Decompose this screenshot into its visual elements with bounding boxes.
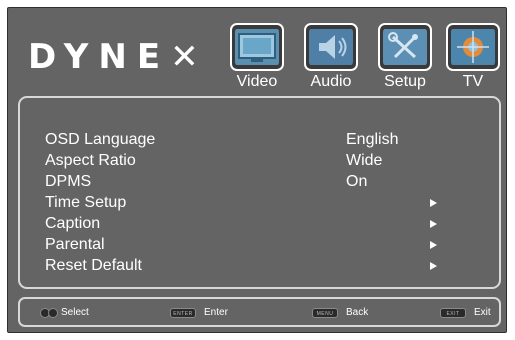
tab-tv-label: TV <box>462 73 484 90</box>
setup-tools-icon <box>383 29 427 65</box>
submenu-arrow-icon <box>430 199 437 207</box>
menu-item-parental[interactable]: Parental <box>45 235 485 255</box>
tab-setup[interactable] <box>378 23 432 71</box>
tab-video[interactable] <box>230 23 284 71</box>
menu-item-label: Aspect Ratio <box>45 152 136 169</box>
button-hint-bar: Select ENTER Enter MENU Back EXIT Exit <box>18 297 501 327</box>
tv-antenna-icon <box>451 29 495 65</box>
hint-select: Select <box>40 306 110 320</box>
arrow-right-button-icon <box>48 308 58 318</box>
menu-item-time-setup[interactable]: Time Setup <box>45 193 485 213</box>
menu-item-dpms[interactable]: DPMS On <box>45 172 485 192</box>
tab-setup-label: Setup <box>384 73 426 90</box>
menu-item-osd-language[interactable]: OSD Language English <box>45 130 485 150</box>
tab-tv[interactable] <box>446 23 500 71</box>
osd-menu-window: DYNE✕ Video Audio Setup TV OSD Language … <box>7 7 507 333</box>
video-tv-icon <box>235 29 279 65</box>
menu-item-label: Caption <box>45 215 101 232</box>
menu-item-reset-default[interactable]: Reset Default <box>45 256 485 276</box>
menu-item-label: Parental <box>45 236 105 253</box>
setup-menu-panel: OSD Language English Aspect Ratio Wide D… <box>18 96 501 289</box>
menu-item-caption[interactable]: Caption <box>45 214 485 234</box>
hint-exit: EXIT Exit <box>440 306 500 320</box>
menu-header: DYNE✕ Video Audio Setup TV <box>8 8 506 96</box>
menu-item-label: DPMS <box>45 173 92 190</box>
tab-video-label: Video <box>236 73 278 90</box>
submenu-arrow-icon <box>430 241 437 249</box>
hint-select-label: Select <box>61 307 89 318</box>
hint-enter: ENTER Enter <box>170 306 250 320</box>
logo-letters: DYNE <box>28 37 171 77</box>
menu-button-icon: MENU <box>312 308 338 318</box>
menu-item-label: Reset Default <box>45 257 142 274</box>
logo-x-mark: ✕ <box>170 37 199 77</box>
hint-exit-label: Exit <box>474 307 491 318</box>
hint-enter-label: Enter <box>204 307 228 318</box>
menu-item-value: English <box>346 131 399 148</box>
menu-item-label: OSD Language <box>45 131 156 148</box>
hint-back: MENU Back <box>312 306 392 320</box>
dynex-logo: DYNE✕ <box>28 37 199 77</box>
exit-button-icon: EXIT <box>440 308 466 318</box>
menu-item-label: Time Setup <box>45 194 127 211</box>
tab-audio[interactable] <box>304 23 358 71</box>
enter-button-icon: ENTER <box>170 308 196 318</box>
menu-item-aspect-ratio[interactable]: Aspect Ratio Wide <box>45 151 485 171</box>
submenu-arrow-icon <box>430 220 437 228</box>
tab-audio-label: Audio <box>310 73 352 90</box>
hint-back-label: Back <box>346 307 369 318</box>
audio-speaker-icon <box>309 29 353 65</box>
menu-item-value: Wide <box>346 152 383 169</box>
menu-item-value: On <box>346 173 368 190</box>
submenu-arrow-icon <box>430 262 437 270</box>
